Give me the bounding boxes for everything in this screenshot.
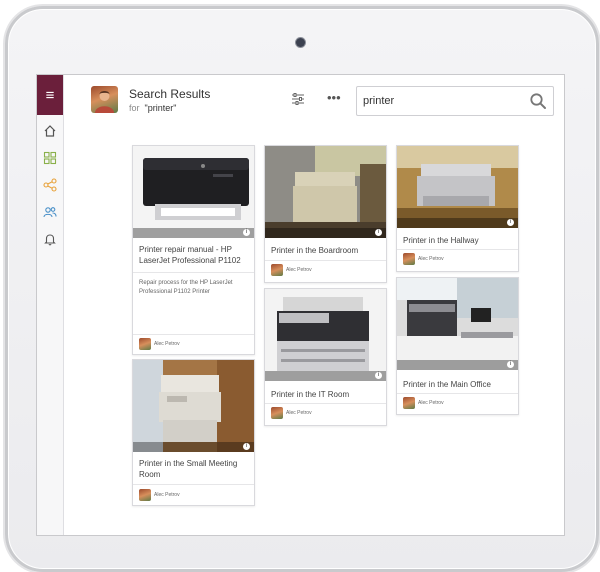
page-title: Search Results <box>129 87 211 101</box>
author-avatar <box>271 407 283 419</box>
card-divider <box>397 249 518 250</box>
info-icon[interactable]: i <box>375 229 382 236</box>
menu-button[interactable]: ≡ <box>37 75 63 115</box>
home-nav-button[interactable] <box>40 121 60 141</box>
card-title[interactable]: Printer in the Boardroom <box>271 245 380 256</box>
card-title[interactable]: Printer in the Hallway <box>403 235 512 246</box>
avatar-image <box>95 91 114 113</box>
author-avatar <box>271 264 283 276</box>
author-name: Alec Petrov <box>418 400 444 406</box>
share-nav-button[interactable] <box>40 175 60 195</box>
result-card[interactable]: i Printer in the IT Room Alec Petrov <box>264 288 387 426</box>
result-card[interactable]: i Printer repair manual - HP LaserJet Pr… <box>132 145 255 355</box>
author-name: Alec Petrov <box>154 341 180 347</box>
users-icon <box>43 207 57 218</box>
author-name: Alec Petrov <box>154 492 180 498</box>
thumbnail-toolbar: i <box>397 218 518 228</box>
thumbnail-toolbar: i <box>265 228 386 238</box>
card-thumbnail: i <box>133 146 254 238</box>
users-nav-button[interactable] <box>40 202 60 222</box>
card-divider <box>265 403 386 404</box>
author-name: Alec Petrov <box>418 256 444 262</box>
grid-nav-button[interactable] <box>40 148 60 168</box>
query-text: "printer" <box>144 103 177 113</box>
thumbnail-toolbar: i <box>133 442 254 452</box>
author-avatar <box>403 253 415 265</box>
author-name: Alec Petrov <box>286 267 312 273</box>
thumbnail-toolbar: i <box>265 371 386 381</box>
search-query-subtitle: for "printer" <box>129 103 176 113</box>
info-icon[interactable]: i <box>243 443 250 450</box>
card-author: Alec Petrov <box>139 338 180 350</box>
filter-icon <box>292 93 304 105</box>
menu-icon: ≡ <box>45 86 55 104</box>
home-icon <box>44 125 56 137</box>
info-icon[interactable]: i <box>243 229 250 236</box>
result-card[interactable]: i Printer in the Small Meeting Room Alec… <box>132 359 255 506</box>
card-thumbnail: i <box>265 146 386 238</box>
info-icon[interactable]: i <box>507 361 514 368</box>
card-thumbnail: i <box>265 289 386 381</box>
author-avatar <box>139 338 151 350</box>
card-author: Alec Petrov <box>403 397 444 409</box>
card-divider <box>133 484 254 485</box>
card-title[interactable]: Printer in the IT Room <box>271 389 380 400</box>
camera-dot <box>296 38 305 47</box>
author-name: Alec Petrov <box>286 410 312 416</box>
more-options-button[interactable]: ••• <box>327 90 341 105</box>
result-card[interactable]: i Printer in the Boardroom Alec Petrov <box>264 145 387 283</box>
grid-icon <box>43 151 57 165</box>
card-author: Alec Petrov <box>271 264 312 276</box>
thumbnail-toolbar: i <box>397 360 518 370</box>
left-rail: ≡ <box>37 75 64 535</box>
info-icon[interactable]: i <box>507 219 514 226</box>
card-title[interactable]: Printer repair manual - HP LaserJet Prof… <box>139 244 248 266</box>
card-author: Alec Petrov <box>403 253 444 265</box>
result-card[interactable]: i Printer in the Hallway Alec Petrov <box>396 145 519 272</box>
card-divider <box>397 393 518 394</box>
bell-nav-button[interactable] <box>40 229 60 249</box>
card-title[interactable]: Printer in the Small Meeting Room <box>139 458 248 480</box>
search-input[interactable] <box>363 93 513 109</box>
info-icon[interactable]: i <box>375 372 382 379</box>
card-author: Alec Petrov <box>139 489 180 501</box>
card-thumbnail: i <box>397 146 518 228</box>
author-avatar <box>139 489 151 501</box>
card-thumbnail: i <box>397 278 518 370</box>
user-avatar[interactable] <box>91 86 118 113</box>
bell-icon <box>44 234 56 246</box>
card-divider <box>133 334 254 335</box>
share-icon <box>43 178 57 192</box>
card-thumbnail: i <box>133 360 254 452</box>
search-box <box>356 86 554 116</box>
card-title[interactable]: Printer in the Main Office <box>403 379 512 390</box>
thumbnail-toolbar: i <box>133 228 254 238</box>
for-label: for <box>129 103 140 113</box>
filter-button[interactable] <box>291 92 305 106</box>
card-author: Alec Petrov <box>271 407 312 419</box>
result-card[interactable]: i Printer in the Main Office Alec Petrov <box>396 277 519 415</box>
card-divider <box>265 260 386 261</box>
card-description: Repair process for the HP LaserJet Profe… <box>139 280 233 295</box>
card-divider <box>133 272 254 273</box>
app-screen: ≡ Search Results for "printer" ••• print… <box>36 74 565 536</box>
author-avatar <box>403 397 415 409</box>
search-icon[interactable] <box>529 92 547 110</box>
